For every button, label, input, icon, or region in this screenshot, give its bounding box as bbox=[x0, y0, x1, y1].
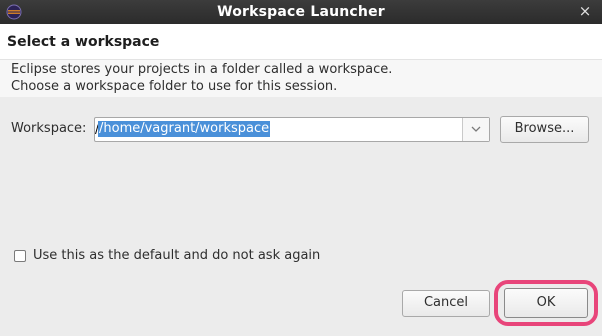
default-checkbox-label[interactable]: Use this as the default and do not ask a… bbox=[33, 248, 320, 263]
header-title: Select a workspace bbox=[7, 34, 160, 50]
title-bar: Workspace Launcher × bbox=[0, 0, 602, 24]
default-checkbox[interactable] bbox=[14, 250, 26, 262]
cancel-button[interactable]: Cancel bbox=[402, 290, 490, 317]
close-icon[interactable]: × bbox=[578, 2, 592, 20]
description-line-2: Choose a workspace folder to use for thi… bbox=[11, 79, 338, 94]
browse-button[interactable]: Browse... bbox=[500, 116, 589, 143]
workspace-label: Workspace: bbox=[11, 121, 87, 136]
header-description: Eclipse stores your projects in a folder… bbox=[0, 59, 602, 97]
workspace-launcher-dialog: Workspace Launcher × Select a workspace … bbox=[0, 0, 602, 336]
workspace-combobox[interactable]: /home/vagrant/workspace bbox=[94, 117, 490, 142]
workspace-dropdown-button[interactable] bbox=[462, 118, 489, 141]
description-line-1: Eclipse stores your projects in a folder… bbox=[11, 62, 393, 77]
dialog-header: Select a workspace Eclipse stores your p… bbox=[0, 24, 602, 97]
chevron-down-icon bbox=[471, 126, 481, 132]
window-title: Workspace Launcher bbox=[217, 4, 385, 20]
workspace-path-input[interactable] bbox=[95, 118, 461, 141]
ok-button[interactable]: OK bbox=[504, 288, 588, 318]
